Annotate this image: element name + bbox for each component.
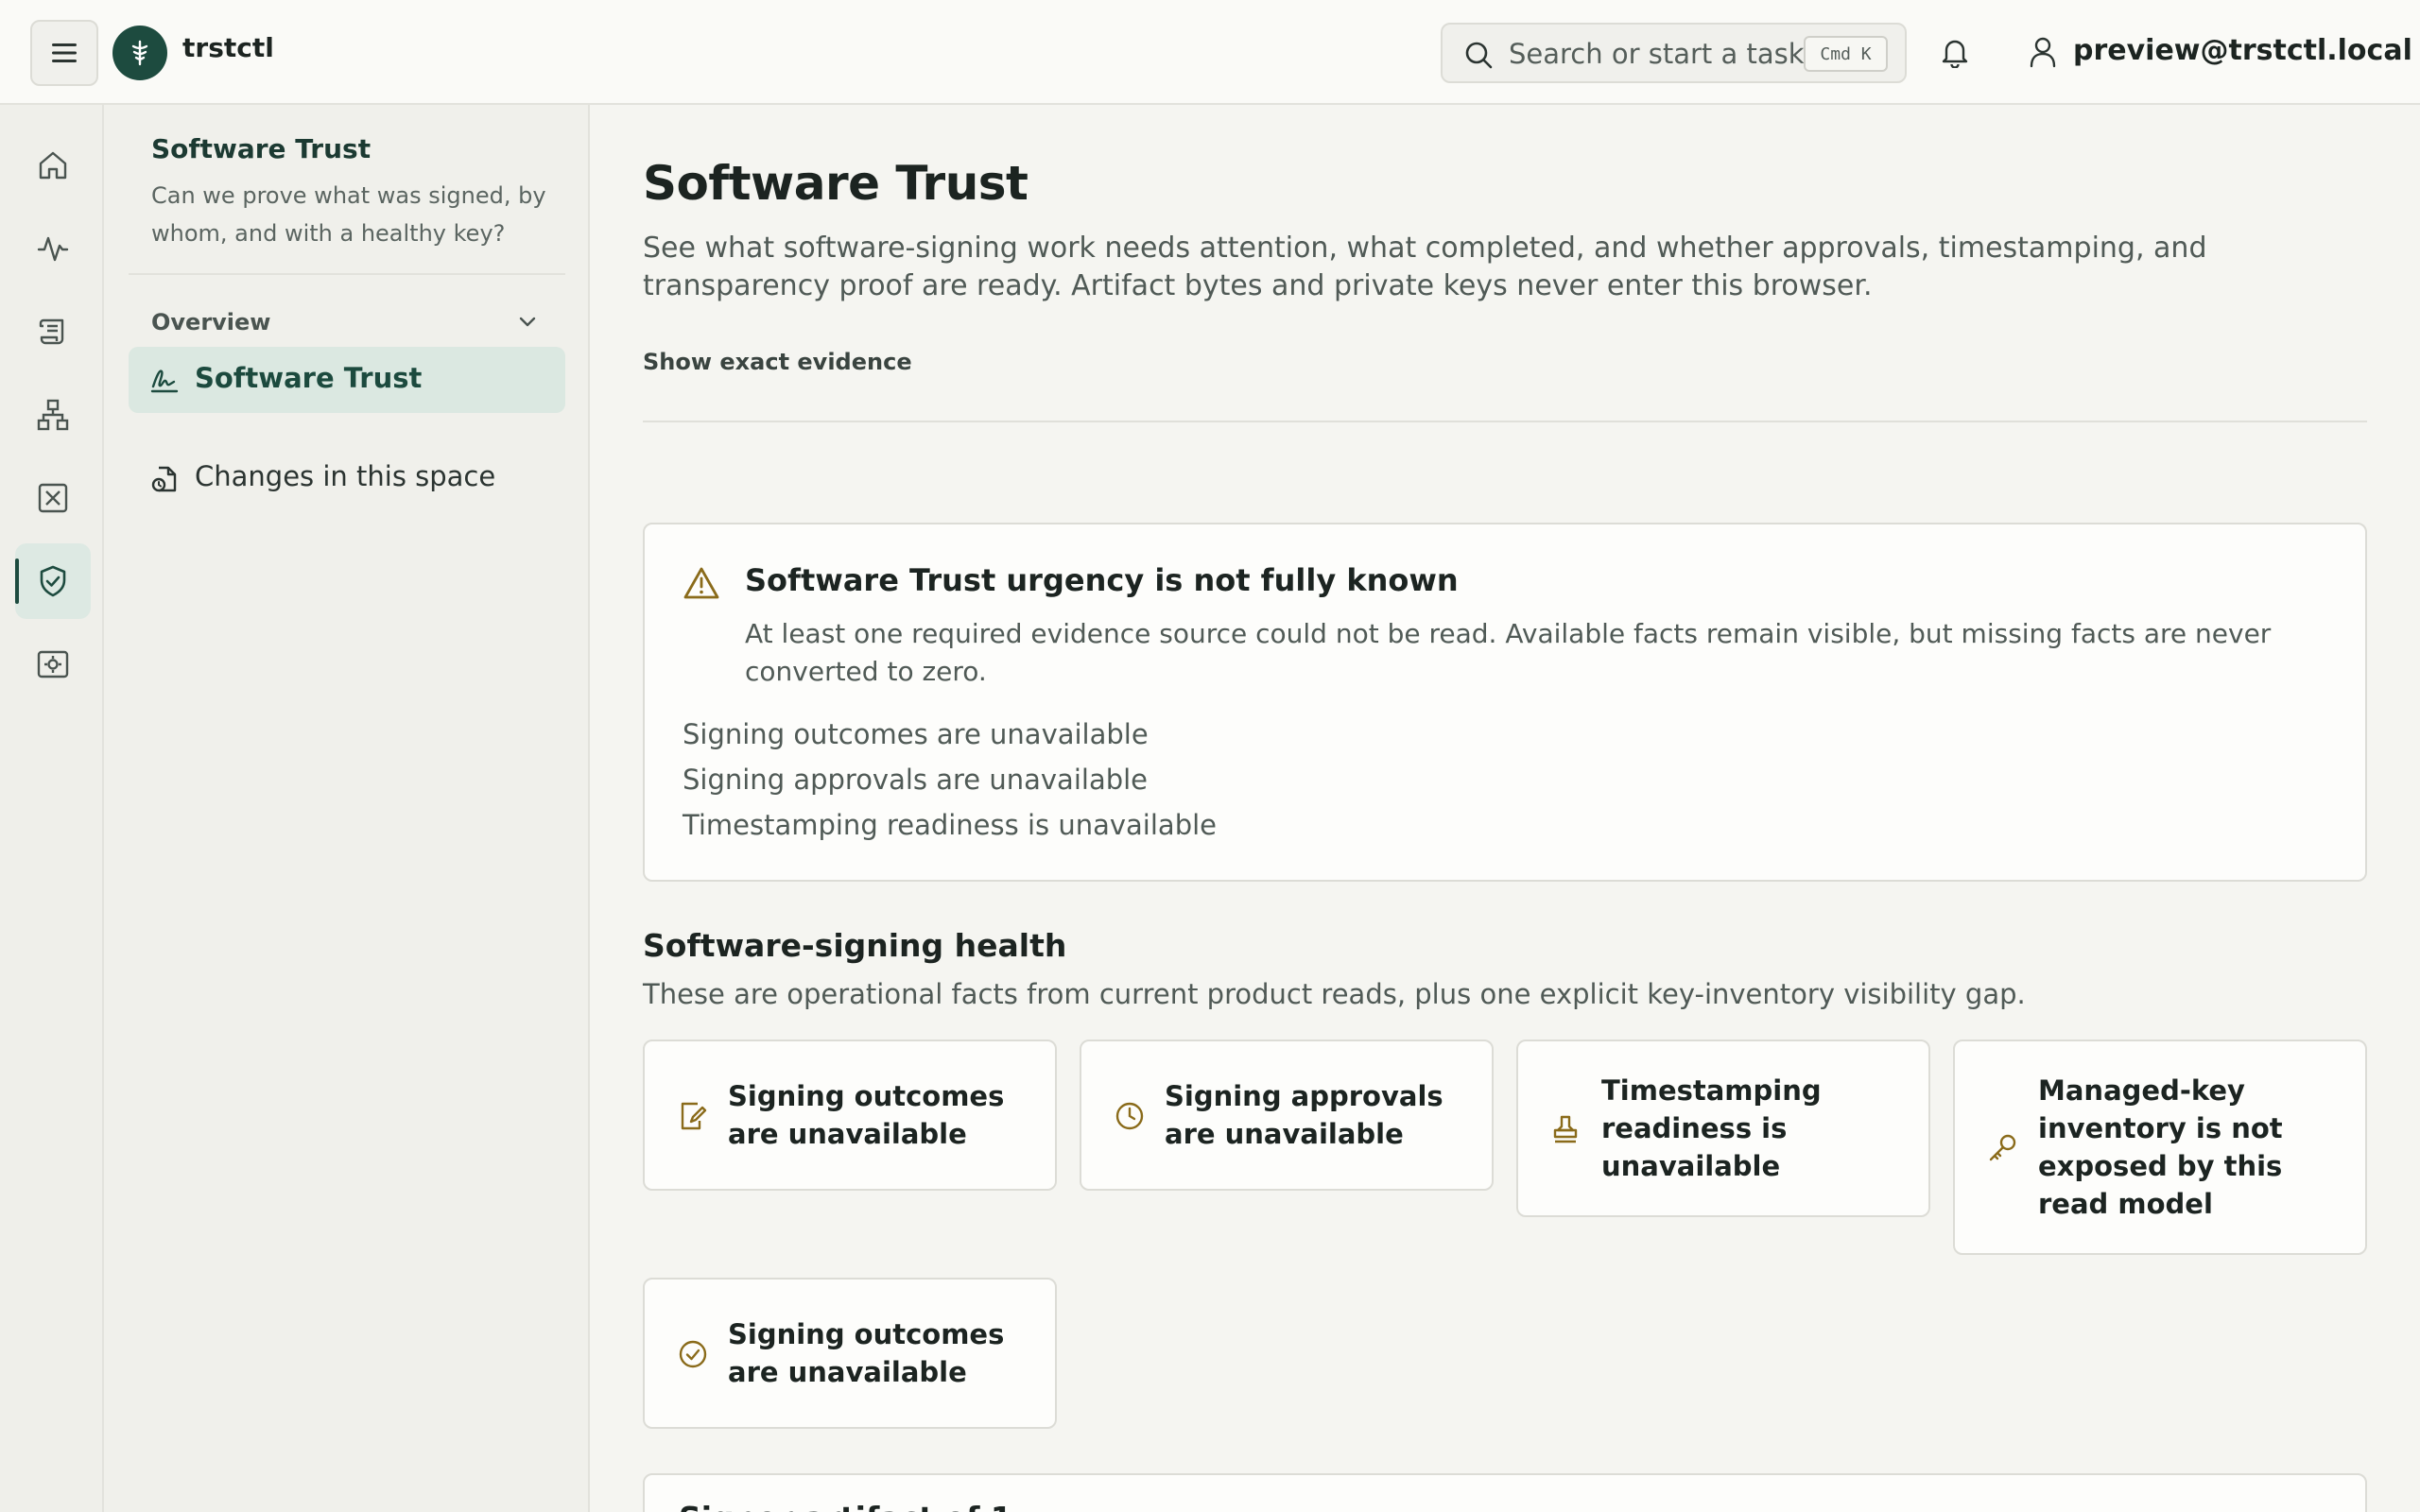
search-placeholder: Search or start a task — [1509, 38, 1805, 70]
brand-logo[interactable] — [112, 26, 167, 80]
sidebar-title: Software Trust — [151, 133, 372, 164]
sidebar-subtitle: Can we prove what was signed, by whom, a… — [151, 182, 546, 247]
edit-document-icon — [681, 1102, 707, 1130]
sidebar: Software Trust Can we prove what was sig… — [104, 105, 590, 1512]
main-content: Software Trust See what software-signing… — [590, 105, 2420, 1512]
clock-icon — [1115, 1102, 1144, 1130]
alert-title: Software Trust urgency is not fully know… — [745, 562, 1459, 598]
health-card-signing-approvals[interactable]: Signing approvals are unavailable — [1080, 1040, 1494, 1191]
rail-close-square[interactable] — [15, 460, 91, 536]
health-card-managed-key[interactable]: Managed-key inventory is not exposed by … — [1953, 1040, 2367, 1255]
file-history-icon — [151, 466, 177, 492]
icon-rail — [0, 105, 104, 1512]
show-evidence-button[interactable]: Show exact evidence — [643, 349, 912, 375]
hamburger-icon — [52, 43, 77, 62]
user-icon[interactable] — [2028, 36, 2058, 68]
content-divider — [643, 421, 2367, 422]
warning-icon — [683, 567, 719, 599]
rail-hierarchy[interactable] — [15, 377, 91, 453]
next-section-card: Signer artifact of 1 — [643, 1473, 2367, 1512]
list-item: Timestamping readiness is unavailable — [683, 809, 1218, 841]
chevron-down-icon[interactable] — [518, 315, 537, 328]
home-icon — [39, 151, 67, 180]
page-description: See what software-signing work needs att… — [643, 232, 2207, 302]
health-card-signing-outcomes-2[interactable]: Signing outcomes are unavailable — [643, 1278, 1057, 1429]
card-label: Signing approvals are unavailable — [1165, 1080, 1443, 1150]
brand-name[interactable]: trstctl — [182, 32, 274, 63]
sidebar-item-label: Changes in this space — [195, 460, 496, 492]
search-input[interactable]: Search or start a task Cmd K — [1441, 23, 1907, 83]
sidebar-item-changes[interactable]: Changes in this space — [129, 445, 565, 511]
hierarchy-icon — [37, 399, 69, 431]
sidebar-item-label: Software Trust — [195, 362, 423, 394]
bell-icon[interactable] — [1939, 36, 1971, 68]
scroll-icon — [39, 318, 64, 345]
list-item: Signing outcomes are unavailable — [683, 718, 1149, 750]
health-card-timestamping[interactable]: Timestamping readiness is unavailable — [1516, 1040, 1930, 1217]
card-label: Timestamping readiness is unavailable — [1601, 1074, 1822, 1182]
check-circle-icon — [679, 1340, 707, 1368]
rail-settings[interactable] — [15, 627, 91, 702]
alert-list: Signing outcomes are unavailable Signing… — [683, 712, 1217, 848]
rail-home[interactable] — [15, 128, 91, 203]
sidebar-item-software-trust[interactable]: Software Trust — [129, 347, 565, 413]
sidebar-group-overview[interactable]: Overview — [151, 309, 270, 335]
menu-button[interactable] — [30, 20, 98, 86]
card-label: Signing outcomes are unavailable — [728, 1318, 1005, 1388]
next-section-title: Signer artifact of 1 — [679, 1500, 1012, 1512]
caduceus-icon — [131, 40, 148, 66]
rail-scroll[interactable] — [15, 294, 91, 369]
key-icon — [1989, 1134, 2016, 1161]
health-section-title: Software-signing health — [643, 927, 1067, 964]
alert-body: At least one required evidence source co… — [745, 618, 2272, 687]
user-email[interactable]: preview@trstctl.local — [2073, 34, 2412, 67]
shield-check-icon — [40, 565, 66, 597]
search-shortcut-badge: Cmd K — [1804, 36, 1888, 72]
top-bar: trstctl Search or start a task Cmd K pre… — [0, 0, 2420, 105]
card-label: Managed-key inventory is not exposed by … — [2038, 1074, 2283, 1220]
health-card-signing-outcomes[interactable]: Signing outcomes are unavailable — [643, 1040, 1057, 1191]
rail-software-trust[interactable] — [15, 543, 91, 619]
urgency-alert: Software Trust urgency is not fully know… — [643, 523, 2367, 882]
gear-square-icon — [37, 650, 69, 679]
sidebar-divider — [129, 273, 565, 275]
close-square-icon — [38, 483, 68, 513]
stamp-icon — [1553, 1115, 1578, 1143]
card-label: Signing outcomes are unavailable — [728, 1080, 1005, 1150]
activity-icon — [37, 236, 69, 262]
page-title: Software Trust — [643, 156, 1028, 211]
health-section-subtitle: These are operational facts from current… — [643, 978, 2026, 1010]
search-icon — [1465, 42, 1493, 69]
rail-activity[interactable] — [15, 211, 91, 286]
list-item: Signing approvals are unavailable — [683, 764, 1149, 796]
signature-icon — [150, 369, 179, 393]
